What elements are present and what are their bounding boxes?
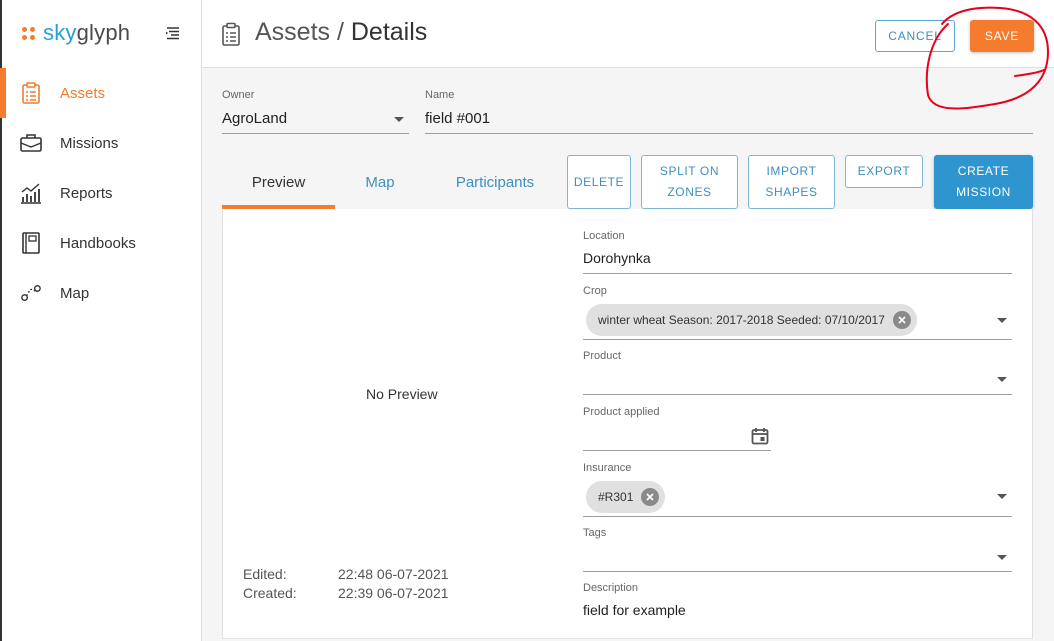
breadcrumb-separator: / xyxy=(330,18,351,46)
crop-underline xyxy=(583,339,1012,340)
crop-chip[interactable]: winter wheat Season: 2017-2018 Seeded: 0… xyxy=(586,304,917,336)
delete-button-label: DELETE xyxy=(573,174,625,189)
import-shapes-button[interactable]: IMPORT SHAPES xyxy=(748,155,835,209)
insurance-label: Insurance xyxy=(583,462,632,474)
page-header: Assets / Details CANCEL SAVE xyxy=(202,0,1054,68)
insurance-chip-label: #R301 xyxy=(598,490,634,504)
sidebar-item-label: Handbooks xyxy=(60,234,136,252)
crop-label: Crop xyxy=(583,285,607,297)
owner-select[interactable]: AgroLand xyxy=(222,110,287,127)
clipboard-icon xyxy=(221,22,241,51)
product-applied-underline xyxy=(583,450,771,451)
breadcrumb-assets[interactable]: Assets xyxy=(255,18,330,46)
sidebar-item-map[interactable]: Map xyxy=(0,268,202,318)
create-button-line2: MISSION xyxy=(956,185,1011,199)
split-button-line1: SPLIT ON xyxy=(659,164,720,178)
create-button-line1: CREATE xyxy=(957,164,1010,178)
sidebar: skyglyph Assets Missions Reports Handboo… xyxy=(0,0,202,641)
sidebar-nav: Assets Missions Reports Handbooks Map xyxy=(0,68,202,318)
chart-icon xyxy=(20,182,42,204)
location-underline xyxy=(583,273,1012,274)
import-button-line1: IMPORT xyxy=(766,164,817,178)
sidebar-item-assets[interactable]: Assets xyxy=(0,68,202,118)
edited-value: 22:48 06-07-2021 xyxy=(338,566,449,582)
split-on-zones-button[interactable]: SPLIT ON ZONES xyxy=(641,155,738,209)
logo[interactable]: skyglyph xyxy=(22,20,130,46)
edited-label: Edited: xyxy=(243,566,287,582)
product-label: Product xyxy=(583,350,621,362)
tab-participants[interactable]: Participants xyxy=(430,155,560,209)
crop-dropdown-icon[interactable] xyxy=(997,318,1007,323)
logo-text-glyph: glyph xyxy=(76,20,131,45)
cancel-button[interactable]: CANCEL xyxy=(875,20,955,52)
collapse-menu-icon[interactable] xyxy=(165,25,181,41)
name-input[interactable]: field #001 xyxy=(425,110,490,127)
description-input[interactable]: field for example xyxy=(583,602,686,618)
logo-dots-icon xyxy=(22,26,35,40)
name-underline xyxy=(425,133,1033,134)
no-preview-text: No Preview xyxy=(366,386,438,402)
insurance-chip[interactable]: #R301 xyxy=(586,481,666,513)
save-button[interactable]: SAVE xyxy=(970,20,1034,52)
export-button[interactable]: EXPORT xyxy=(845,155,923,188)
create-mission-button[interactable]: CREATE MISSION xyxy=(934,155,1033,209)
tags-label: Tags xyxy=(583,527,607,539)
export-button-label: EXPORT xyxy=(857,164,911,178)
sidebar-item-label: Map xyxy=(60,284,90,302)
calendar-icon[interactable] xyxy=(751,427,769,450)
breadcrumb-details: Details xyxy=(350,18,428,46)
split-button-line2: ZONES xyxy=(667,185,712,199)
sidebar-item-handbooks[interactable]: Handbooks xyxy=(0,218,202,268)
product-applied-label: Product applied xyxy=(583,406,660,418)
product-select[interactable] xyxy=(583,370,983,390)
close-icon[interactable] xyxy=(892,311,911,329)
created-label: Created: xyxy=(243,585,297,601)
tab-preview[interactable]: Preview xyxy=(222,155,335,209)
created-value: 22:39 06-07-2021 xyxy=(338,585,449,601)
book-icon xyxy=(20,232,42,254)
tags-select[interactable] xyxy=(583,547,983,567)
product-applied-input[interactable] xyxy=(583,428,743,448)
crop-chip-label: winter wheat Season: 2017-2018 Seeded: 0… xyxy=(598,313,885,327)
owner-label: Owner xyxy=(222,89,255,101)
tab-map[interactable]: Map xyxy=(335,155,425,209)
name-label: Name xyxy=(425,89,455,101)
product-underline xyxy=(583,394,1012,395)
owner-underline xyxy=(222,133,409,134)
location-input[interactable]: Dorohynka xyxy=(583,250,651,266)
tags-underline xyxy=(583,571,1012,572)
briefcase-icon xyxy=(20,132,42,154)
tags-dropdown-icon[interactable] xyxy=(997,555,1007,560)
route-icon xyxy=(20,282,42,304)
owner-dropdown-icon[interactable] xyxy=(394,117,404,122)
sidebar-item-label: Missions xyxy=(60,134,119,152)
logo-text-sky: sky xyxy=(43,20,77,45)
sidebar-item-label: Assets xyxy=(60,84,106,102)
description-label: Description xyxy=(583,582,639,594)
clipboard-icon xyxy=(20,82,42,104)
insurance-dropdown-icon[interactable] xyxy=(997,494,1007,499)
delete-button[interactable]: DELETE xyxy=(567,155,631,209)
insurance-underline xyxy=(583,516,1012,517)
sidebar-item-label: Reports xyxy=(60,184,113,202)
product-dropdown-icon[interactable] xyxy=(997,377,1007,382)
close-icon[interactable] xyxy=(641,488,660,506)
sidebar-item-reports[interactable]: Reports xyxy=(0,168,202,218)
location-label: Location xyxy=(583,230,625,242)
page-title: Assets / Details xyxy=(255,18,427,47)
sidebar-item-missions[interactable]: Missions xyxy=(0,118,202,168)
import-button-line2: SHAPES xyxy=(765,185,818,199)
